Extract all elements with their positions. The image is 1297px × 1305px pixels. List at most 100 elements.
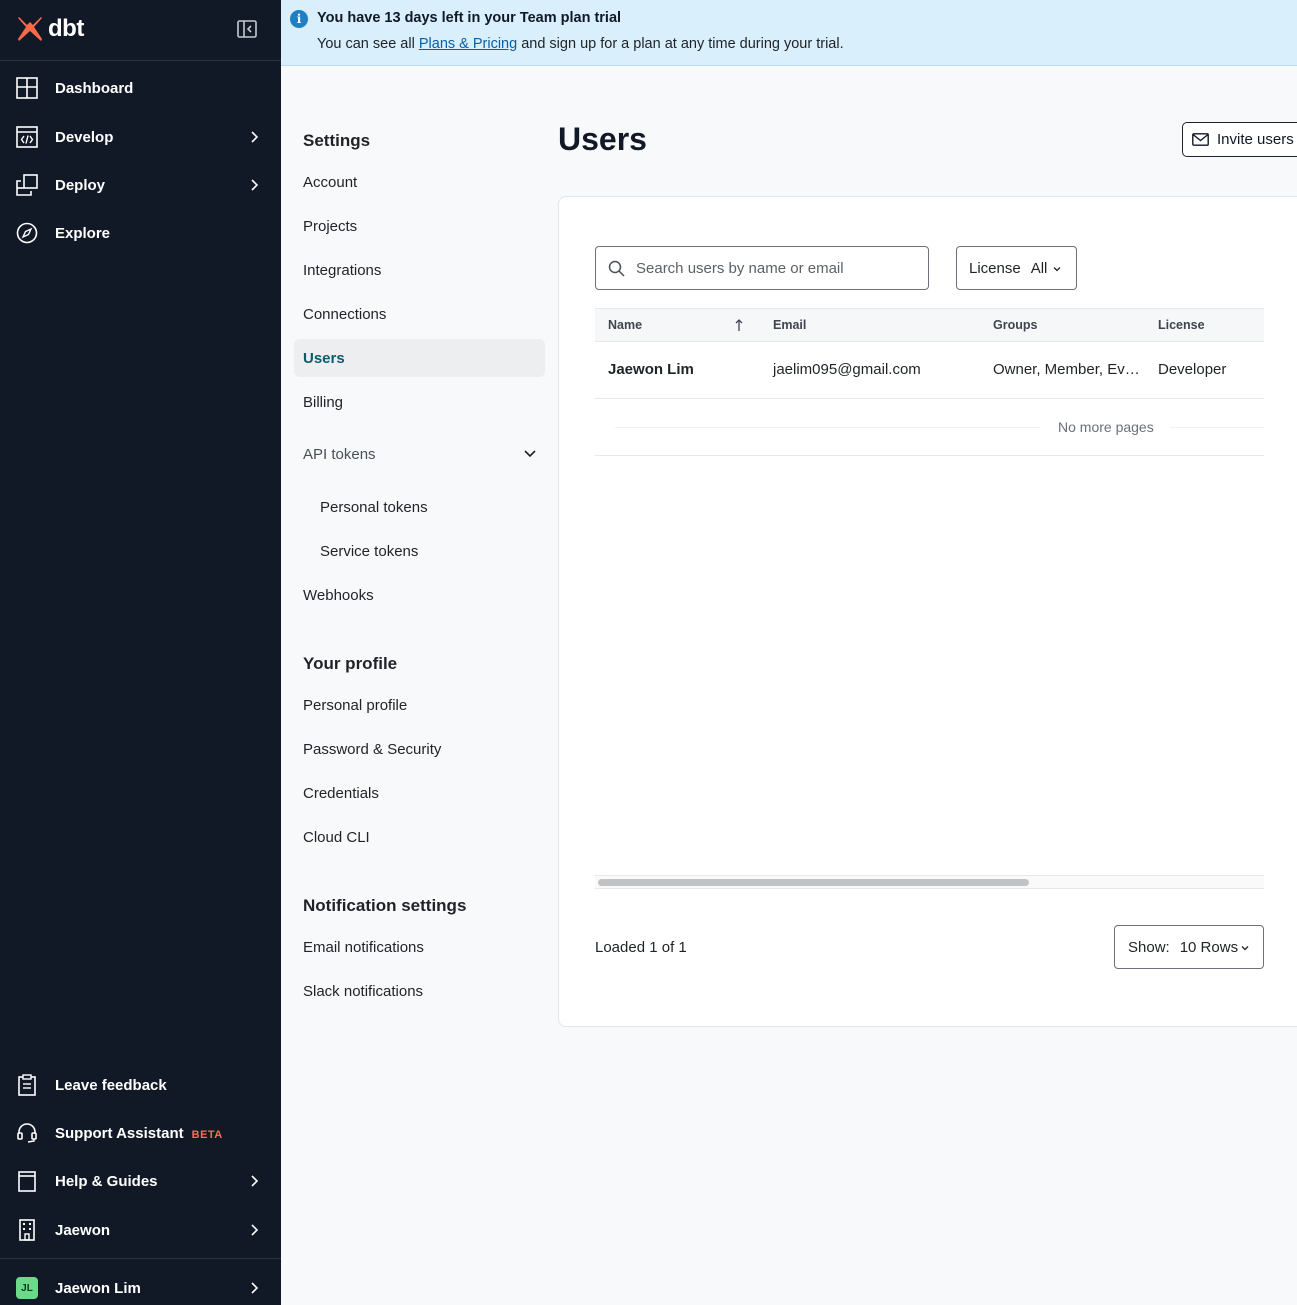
nav-dashboard[interactable]: Dashboard: [0, 66, 281, 110]
divider: [1170, 427, 1264, 428]
settings-item-cloud-cli[interactable]: Cloud CLI: [294, 818, 545, 856]
rows-per-page-select[interactable]: Show: 10 Rows: [1114, 925, 1264, 969]
no-more-pages-text: No more pages: [1058, 419, 1154, 435]
nav-leave-feedback[interactable]: Leave feedback: [0, 1063, 281, 1107]
sort-ascending-icon[interactable]: [734, 318, 744, 332]
column-header-email[interactable]: Email: [773, 318, 806, 332]
avatar: JL: [16, 1277, 38, 1299]
clipboard-icon: [15, 1073, 39, 1097]
settings-item-personal-profile[interactable]: Personal profile: [294, 686, 545, 724]
your-profile-heading: Your profile: [303, 654, 398, 673]
settings-item-email-notifications[interactable]: Email notifications: [294, 928, 545, 966]
settings-item-webhooks[interactable]: Webhooks: [294, 576, 545, 614]
column-header-name[interactable]: Name: [608, 318, 642, 332]
settings-item-projects[interactable]: Projects: [294, 207, 545, 245]
chevron-right-icon: [251, 179, 259, 191]
nav-develop[interactable]: Develop: [0, 115, 281, 159]
chevron-right-icon: [251, 131, 259, 143]
sidebar: dbt Dashboard Develop Deploy Explore Lea…: [0, 0, 281, 1305]
settings-item-personal-tokens[interactable]: Personal tokens: [294, 488, 545, 526]
nav-account-jaewon[interactable]: Jaewon: [0, 1208, 281, 1252]
cell-groups: Owner, Member, Ev…: [993, 361, 1140, 378]
settings-heading: Settings: [303, 131, 371, 150]
support-assistant-text: Support Assistant: [55, 1124, 184, 1142]
banner-text: You can see all Plans & Pricing and sign…: [317, 36, 844, 52]
banner-title: You have 13 days left in your Team plan …: [317, 10, 622, 26]
settings-item-integrations[interactable]: Integrations: [294, 251, 545, 289]
settings-item-connections[interactable]: Connections: [294, 295, 545, 333]
building-icon: [15, 1218, 39, 1242]
nav-deploy[interactable]: Deploy: [0, 163, 281, 207]
settings-item-service-tokens[interactable]: Service tokens: [294, 532, 545, 570]
chevron-right-icon: [251, 1282, 259, 1294]
no-more-pages-row: No more pages: [595, 399, 1264, 456]
search-placeholder: Search users by name or email: [636, 259, 844, 277]
cell-name: Jaewon Lim: [608, 361, 694, 378]
banner-text-after: and sign up for a plan at any time durin…: [517, 36, 844, 52]
nav-help-guides-label: Help & Guides: [55, 1172, 158, 1190]
logo-row: dbt: [0, 0, 281, 61]
cell-license: Developer: [1158, 361, 1227, 378]
column-header-groups[interactable]: Groups: [993, 318, 1037, 332]
settings-nav: Settings Account Projects Integrations C…: [281, 66, 558, 1305]
invite-users-button[interactable]: Invite users: [1182, 122, 1297, 157]
nav-account-label: Jaewon: [55, 1221, 111, 1239]
settings-item-api-tokens[interactable]: API tokens: [294, 435, 545, 473]
page-title: Users: [558, 121, 647, 157]
settings-item-password-security[interactable]: Password & Security: [294, 730, 545, 768]
settings-item-credentials[interactable]: Credentials: [294, 774, 545, 812]
chevron-right-icon: [251, 1224, 259, 1236]
license-filter-dropdown[interactable]: License All: [956, 246, 1077, 290]
collapse-sidebar-icon[interactable]: [237, 20, 257, 38]
info-icon: i: [290, 10, 308, 28]
code-icon: [15, 125, 39, 149]
nav-support-assistant-label: Support Assistant BETA: [55, 1125, 223, 1142]
settings-item-account[interactable]: Account: [294, 163, 545, 201]
settings-item-slack-notifications[interactable]: Slack notifications: [294, 972, 545, 1010]
nav-develop-label: Develop: [55, 128, 114, 146]
brand-name: dbt: [48, 15, 84, 42]
chevron-down-icon: [1241, 946, 1249, 951]
notification-settings-heading: Notification settings: [303, 896, 467, 915]
users-table: Name Email Groups License Jaewon Lim jae…: [595, 308, 1264, 456]
chevron-down-icon: [524, 450, 536, 458]
loaded-count: Loaded 1 of 1: [595, 939, 687, 956]
chevron-down-icon: [1053, 267, 1061, 272]
table-row[interactable]: Jaewon Lim jaelim095@gmail.com Owner, Me…: [595, 342, 1264, 399]
nav-deploy-label: Deploy: [55, 176, 106, 194]
deploy-icon: [15, 173, 39, 197]
api-tokens-label: API tokens: [303, 445, 376, 463]
dbt-logo-icon: [18, 17, 42, 41]
users-card: Search users by name or email License Al…: [558, 196, 1297, 1027]
settings-item-users[interactable]: Users: [294, 339, 545, 377]
rows-select-label: Show:: [1128, 938, 1170, 956]
license-filter-label: License: [969, 259, 1021, 277]
dbt-logo[interactable]: dbt: [16, 15, 84, 43]
nav-user-profile[interactable]: JL Jaewon Lim: [0, 1266, 281, 1305]
invite-users-label: Invite users: [1217, 131, 1294, 148]
settings-item-billing[interactable]: Billing: [294, 383, 545, 421]
plans-pricing-link[interactable]: Plans & Pricing: [419, 36, 517, 52]
search-icon: [608, 260, 625, 277]
dashboard-icon: [15, 76, 39, 100]
nav-help-guides[interactable]: Help & Guides: [0, 1159, 281, 1203]
nav-explore[interactable]: Explore: [0, 211, 281, 255]
search-input[interactable]: Search users by name or email: [595, 246, 929, 290]
beta-badge: BETA: [191, 1128, 223, 1141]
banner-text-before: You can see all: [317, 36, 419, 52]
user-name: Jaewon Lim: [55, 1279, 141, 1297]
divider: [615, 427, 1040, 428]
headset-icon: [15, 1121, 39, 1145]
nav-support-assistant[interactable]: Support Assistant BETA: [0, 1111, 281, 1155]
nav-dashboard-label: Dashboard: [55, 79, 134, 97]
nav-leave-feedback-label: Leave feedback: [55, 1076, 167, 1094]
horizontal-scrollbar[interactable]: [595, 875, 1264, 889]
chevron-right-icon: [251, 1175, 259, 1187]
cell-email: jaelim095@gmail.com: [773, 361, 921, 378]
column-header-license[interactable]: License: [1158, 318, 1205, 332]
license-filter-value: All: [1030, 259, 1048, 277]
book-icon: [15, 1169, 39, 1193]
nav-explore-label: Explore: [55, 224, 111, 242]
table-header: Name Email Groups License: [595, 308, 1264, 342]
scrollbar-thumb[interactable]: [598, 879, 1029, 886]
